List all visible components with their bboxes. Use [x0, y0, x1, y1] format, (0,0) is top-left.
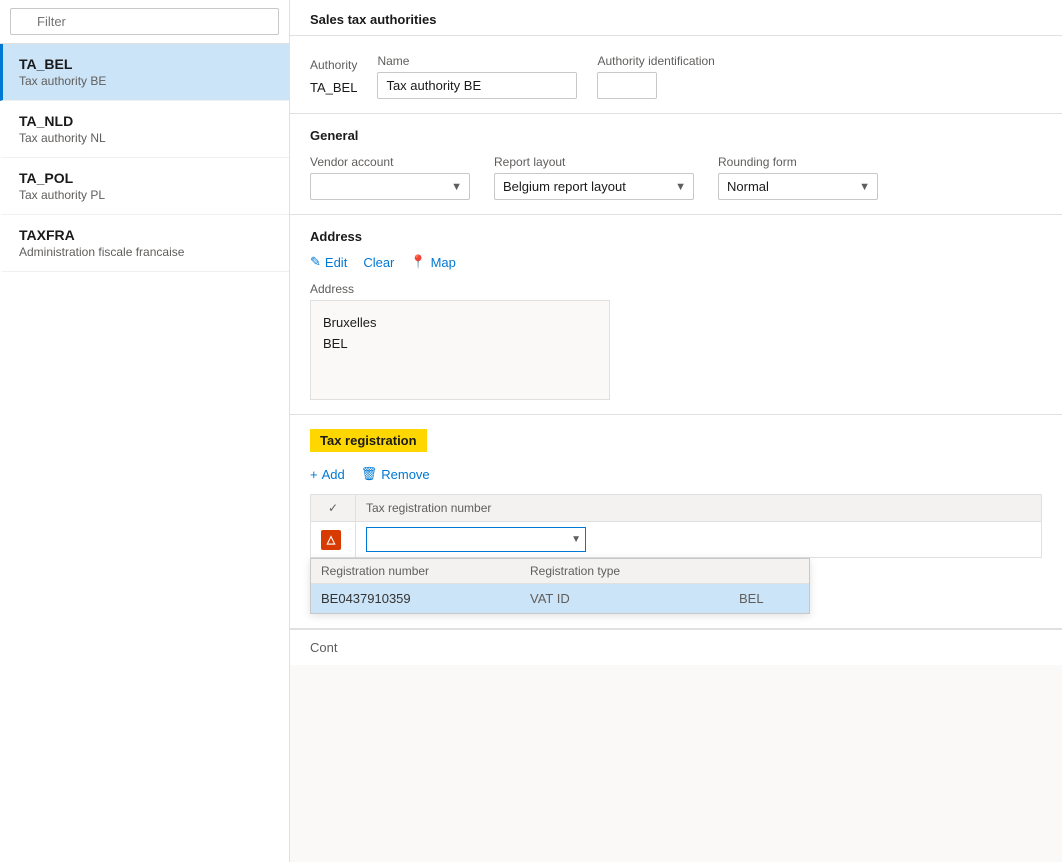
tax-reg-input-cell: ▼: [356, 522, 1042, 558]
authority-label: Authority: [310, 58, 357, 72]
authority-id-field: Authority identification: [597, 54, 714, 99]
address-section: Address ✎ Edit Clear 📍 Map Address Bruxe…: [290, 215, 1062, 415]
authority-field: Authority TA_BEL: [310, 58, 357, 99]
tax-reg-number-column-header: Tax registration number: [356, 495, 1042, 522]
report-layout-label: Report layout: [494, 155, 694, 169]
sidebar-item-ta-bel[interactable]: TA_BEL Tax authority BE: [0, 44, 289, 101]
address-toolbar: ✎ Edit Clear 📍 Map: [310, 252, 1042, 272]
report-layout-field: Report layout Belgium report layout Stan…: [494, 155, 694, 200]
rounding-form-label: Rounding form: [718, 155, 878, 169]
name-input[interactable]: [377, 72, 577, 99]
sidebar: 🔍 TA_BEL Tax authority BE TA_NLD Tax aut…: [0, 0, 290, 862]
clear-address-button[interactable]: Clear: [363, 253, 394, 272]
name-field: Name: [377, 54, 577, 99]
suggestions-col2: Registration type: [530, 564, 739, 578]
map-icon: 📍: [410, 254, 426, 270]
section-title: Sales tax authorities: [290, 0, 1062, 36]
dropdown-suggestions: Registration number Registration type BE…: [310, 558, 810, 614]
tax-reg-number-input[interactable]: [371, 530, 567, 549]
sidebar-item-title: TA_POL: [19, 170, 273, 186]
table-row: △ ▼: [311, 522, 1042, 558]
rounding-form-select[interactable]: Normal 0.01 0.1: [718, 173, 878, 200]
filter-input[interactable]: [10, 8, 279, 35]
suggestion-country: BEL: [739, 591, 799, 606]
suggestions-header: Registration number Registration type: [311, 559, 809, 584]
authority-id-label: Authority identification: [597, 54, 714, 68]
sidebar-item-subtitle: Tax authority BE: [19, 74, 273, 88]
tax-registration-section: Tax registration + Add 🗑 Remove ✓ Tax re…: [290, 415, 1062, 629]
tax-registration-header: Tax registration: [310, 429, 427, 452]
warning-icon: △: [321, 530, 341, 550]
tax-toolbar: + Add 🗑 Remove: [310, 464, 1042, 484]
suggestion-row[interactable]: BE0437910359 VAT ID BEL: [311, 584, 809, 613]
trash-icon: 🗑: [361, 466, 378, 482]
edit-address-button[interactable]: ✎ Edit: [310, 252, 347, 272]
suggestions-col1: Registration number: [321, 564, 530, 578]
sidebar-item-subtitle: Tax authority NL: [19, 131, 273, 145]
address-line1: Bruxelles: [323, 313, 597, 334]
name-label: Name: [377, 54, 577, 68]
rounding-form-field: Rounding form Normal 0.01 0.1 ▼: [718, 155, 878, 200]
remove-tax-reg-button[interactable]: 🗑 Remove: [361, 464, 430, 484]
address-line2: BEL: [323, 334, 597, 355]
sidebar-item-ta-pol[interactable]: TA_POL Tax authority PL: [0, 158, 289, 215]
vendor-account-select[interactable]: [310, 173, 470, 200]
filter-box: 🔍: [0, 0, 289, 44]
plus-icon: +: [310, 467, 318, 482]
add-tax-reg-button[interactable]: + Add: [310, 465, 345, 484]
chevron-down-icon: ▼: [571, 534, 581, 545]
vendor-account-select-wrapper: ▼: [310, 173, 470, 200]
main-content: Sales tax authorities Authority TA_BEL N…: [290, 0, 1062, 862]
sidebar-item-title: TA_NLD: [19, 113, 273, 129]
vendor-account-field: Vendor account ▼: [310, 155, 470, 200]
dropdown-input-row: ▼: [366, 527, 586, 552]
authority-id-input[interactable]: [597, 72, 657, 99]
sidebar-item-subtitle: Administration fiscale francaise: [19, 245, 273, 259]
edit-icon: ✎: [310, 254, 321, 270]
contact-stub: Cont: [290, 629, 1062, 665]
vendor-account-label: Vendor account: [310, 155, 470, 169]
sidebar-item-subtitle: Tax authority PL: [19, 188, 273, 202]
report-layout-select-wrapper: Belgium report layout Standard Custom ▼: [494, 173, 694, 200]
rounding-form-select-wrapper: Normal 0.01 0.1 ▼: [718, 173, 878, 200]
map-address-button[interactable]: 📍 Map: [410, 252, 455, 272]
suggestion-reg-type: VAT ID: [530, 591, 739, 606]
authority-value: TA_BEL: [310, 76, 357, 99]
check-column-header: ✓: [311, 495, 356, 522]
sidebar-item-taxfra[interactable]: TAXFRA Administration fiscale francaise: [0, 215, 289, 272]
warning-cell: △: [311, 522, 356, 558]
suggestion-reg-number: BE0437910359: [321, 591, 530, 606]
address-box: Bruxelles BEL: [310, 300, 610, 400]
general-section: General Vendor account ▼ Report layout B…: [290, 114, 1062, 215]
authority-section: Authority TA_BEL Name Authority identifi…: [290, 36, 1062, 114]
address-label: Address: [310, 282, 1042, 296]
tax-registration-table: ✓ Tax registration number △ ▼: [310, 494, 1042, 558]
sidebar-item-title: TAXFRA: [19, 227, 273, 243]
report-layout-select[interactable]: Belgium report layout Standard Custom: [494, 173, 694, 200]
sidebar-item-title: TA_BEL: [19, 56, 273, 72]
general-title: General: [310, 128, 1042, 143]
address-title: Address: [310, 229, 1042, 244]
sidebar-item-ta-nld[interactable]: TA_NLD Tax authority NL: [0, 101, 289, 158]
